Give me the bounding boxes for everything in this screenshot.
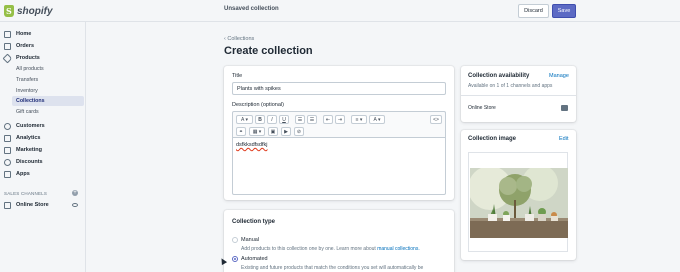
automated-description: Existing and future products that match … [241,265,424,271]
sidebar-item-analytics[interactable]: Analytics [0,133,86,143]
sidebar-item-label: Marketing [16,147,42,153]
numbered-list-icon[interactable]: ☰ [307,115,317,124]
collection-image-frame[interactable] [468,152,568,252]
collection-type-title: Collection type [232,219,276,225]
sidebar-subitem-transfers[interactable]: Transfers [0,75,86,84]
title-label: Title [232,73,243,79]
online-store-channel: Online Store [468,105,496,111]
format-dropdown[interactable]: A ▾ [236,115,253,124]
indent-icon[interactable]: ⇥ [335,115,345,124]
image-icon[interactable]: ▣ [268,127,278,136]
view-store-eye-icon[interactable] [72,203,78,207]
marketing-icon [4,146,11,154]
orders-icon [4,42,11,50]
sidebar-item-customers[interactable]: Customers [0,121,86,131]
tag-icon [2,53,13,63]
sidebar-item-label: Customers [16,123,45,129]
underline-button[interactable]: U [279,115,289,124]
sidebar-item-online-store[interactable]: Online Store [0,200,86,210]
brand-name: shopify [17,5,53,17]
bulleted-list-icon[interactable]: ☰ [295,115,305,124]
automated-label: Automated [241,256,268,262]
table-dropdown-icon[interactable]: ▦ ▾ [249,127,265,136]
sidebar-subitem-gift-cards[interactable]: Gift cards [0,107,86,116]
apps-icon [4,170,11,178]
sidebar-item-label: Products [16,55,40,61]
shopify-bag-icon [4,5,14,17]
bold-button[interactable]: B [255,115,265,124]
calendar-icon[interactable] [561,105,568,111]
show-html-button[interactable]: <> [430,115,442,124]
sidebar-item-home[interactable]: Home [0,29,86,39]
outdent-icon[interactable]: ⇤ [323,115,333,124]
shopify-logo[interactable]: shopify [4,4,53,18]
sidebar-subitem-label: Gift cards [16,108,39,115]
add-channel-plus-icon[interactable]: + [72,190,78,196]
analytics-icon [4,134,11,142]
sidebar-item-label: Apps [16,171,30,177]
availability-subtitle: Available on 1 of 1 channels and apps [468,83,553,89]
sidebar-item-label: Discounts [16,159,43,165]
italic-button[interactable]: I [267,115,277,124]
top-bar: shopify Unsaved collection Discard Save [0,0,680,22]
sidebar-item-label: Analytics [16,135,41,141]
page-title: Create collection [224,45,313,57]
sidebar-item-label: Home [16,31,32,37]
manual-label: Manual [241,237,260,243]
availability-title: Collection availability [468,73,530,79]
description-label: Description (optional) [232,102,284,108]
description-editor[interactable]: dsfkksdfsdfkj [232,137,446,195]
sidebar-subitem-label: Inventory [16,87,38,94]
manual-collections-link[interactable]: manual collections. [377,246,420,252]
online-store-icon [4,201,11,209]
manage-link[interactable]: Manage [549,73,569,79]
sidebar-item-marketing[interactable]: Marketing [0,145,86,155]
sidebar-item-orders[interactable]: Orders [0,41,86,51]
description-text: dsfkksdfsdfkj [236,142,268,148]
link-icon[interactable]: ⚭ [236,127,246,136]
manual-description: Add products to this collection one by o… [241,246,420,252]
title-input[interactable]: Plants with spikes [232,82,446,95]
sidebar-item-products[interactable]: Products [0,53,86,63]
home-icon [4,30,11,38]
video-icon[interactable]: ▶ [281,127,291,136]
discounts-icon [4,158,11,166]
unsaved-title: Unsaved collection [224,6,279,12]
discard-button[interactable]: Discard [518,4,549,18]
availability-divider [461,95,576,96]
text-color-dropdown-icon[interactable]: A ▾ [369,115,385,124]
automated-radio[interactable] [232,256,238,262]
sidebar-item-apps[interactable]: Apps [0,169,86,179]
sidebar: Home Orders Products All products Transf… [0,22,86,272]
save-button[interactable]: Save [552,4,576,18]
sidebar-subitem-label: All products [16,65,44,72]
customers-icon [4,122,11,130]
collection-photo [470,168,568,238]
breadcrumb-label: Collections [227,36,255,42]
plants-photo-graphic [470,168,568,238]
sidebar-item-label: Orders [16,43,35,49]
manual-description-text: Add products to this collection one by o… [241,246,376,252]
sidebar-item-label: Online Store [16,202,49,208]
align-dropdown-icon[interactable]: ≡ ▾ [351,115,367,124]
collection-image-title: Collection image [468,136,517,142]
sidebar-subitem-inventory[interactable]: Inventory [0,86,86,95]
breadcrumb[interactable]: ‹ Collections [224,36,254,42]
manual-radio[interactable] [232,237,238,243]
sidebar-subitem-all-products[interactable]: All products [0,64,86,73]
clear-formatting-icon[interactable]: ⊘ [294,127,304,136]
sidebar-subitem-label: Transfers [16,76,39,83]
sidebar-item-discounts[interactable]: Discounts [0,157,86,167]
sidebar-subitem-collections[interactable]: Collections [12,96,84,106]
edit-image-link[interactable]: Edit [559,136,568,142]
sidebar-subitem-label: Collections [16,98,45,104]
rich-text-toolbar: A ▾ B I U ☰ ☰ ⇤ ⇥ ≡ ▾ A ▾ <> ⚭ ▦ ▾ ▣ ▶ ⊘ [232,111,446,137]
sales-channels-heading: SALES CHANNELS [4,191,48,196]
